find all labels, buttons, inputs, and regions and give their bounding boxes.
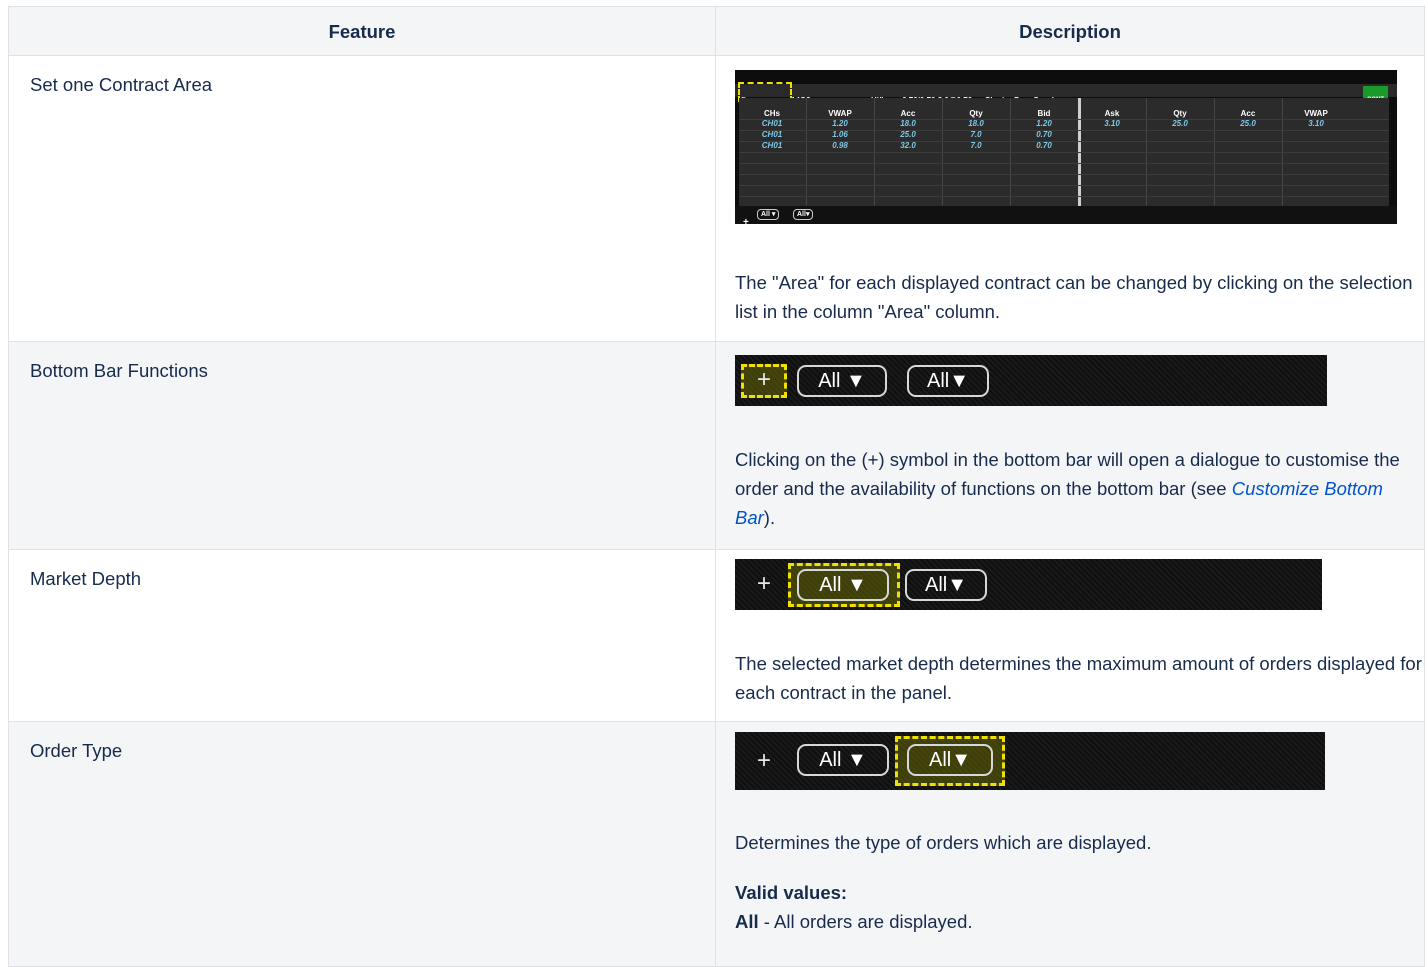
value-name: All — [735, 911, 759, 932]
value-text: - All orders are displayed. — [758, 911, 973, 932]
grid-row-line — [739, 141, 1389, 142]
order-book-cell: CH01 — [761, 141, 783, 150]
feature-cell: Order Type — [8, 721, 716, 967]
feature-cell: Set one Contract Area — [8, 55, 716, 342]
description-text-after: ). — [763, 507, 776, 528]
order-book-screenshot: ▸ Order Book Details Demo ▾ 14Q3 Hi/Low:… — [735, 70, 1397, 228]
table-row: Set one Contract Area ▸ Order Book Detai… — [8, 55, 1425, 342]
order-book-grid: CHs VWAP Acc Qty Bid Ask Qty Acc VWAP CH01 1.20 18.… — [739, 98, 1389, 208]
order-book-cell: 0.70 — [1036, 141, 1052, 150]
header-feature: Feature — [8, 6, 716, 56]
grid-row-line — [739, 152, 1389, 153]
description-text: Determines the type of orders which are … — [735, 832, 1152, 853]
feature-cell: Market Depth — [8, 549, 716, 722]
header-description: Description — [715, 6, 1425, 56]
feature-cell: Bottom Bar Functions — [8, 341, 716, 550]
order-book-info-bar: Demo ▾ 14Q3 Hi/Low: 0.70/0.70 8.0@0.70 →… — [735, 84, 1397, 115]
order-book-cell: 3.10 — [1104, 119, 1120, 128]
grid-row-line — [739, 196, 1389, 197]
market-depth-screenshot: + All ▼ All▼ — [735, 559, 1322, 610]
grid-row-line — [739, 174, 1389, 175]
order-type-select: All▼ — [905, 569, 987, 601]
valid-values-label: Valid values: — [735, 882, 848, 903]
order-type-select: All▼ — [907, 365, 989, 397]
description-text: The "Area" for each displayed contract c… — [735, 272, 1413, 322]
description-cell: ▸ Order Book Details Demo ▾ 14Q3 Hi/Low:… — [715, 55, 1425, 342]
table-row: Market Depth + All ▼ All▼ The selected m… — [8, 549, 1425, 722]
description-cell: + All ▼ All▼ The selected market depth d… — [715, 549, 1425, 722]
order-type-select: All▼ — [907, 744, 993, 776]
market-depth-select: All ▼ — [797, 744, 889, 776]
order-book-footer: + All ▾ All▾ — [735, 206, 1397, 228]
plus-icon: + — [757, 570, 772, 597]
table-header-row: Feature Description — [8, 6, 1425, 56]
plus-icon: + — [757, 366, 772, 393]
grid-row-line — [739, 130, 1389, 131]
grid-row-line — [739, 163, 1389, 164]
feature-table: Feature Description Set one Contract Are… — [8, 6, 1425, 967]
description-cell: + All ▼ All▼ Clicking on the (+) symbol … — [715, 341, 1425, 550]
description-text: Clicking on the (+) symbol in the bottom… — [735, 445, 1424, 532]
valid-value-all: All - All orders are displayed. — [735, 907, 1424, 936]
bottom-bar-screenshot: + All ▼ All▼ — [735, 355, 1327, 406]
order-type-screenshot: + All ▼ All▼ — [735, 732, 1325, 790]
grid-row-line — [739, 119, 1389, 120]
footer-depth-select: All ▾ — [757, 209, 780, 220]
order-book-cell: 25.0 — [1240, 119, 1256, 128]
order-book-cell: 0.98 — [832, 141, 848, 150]
market-depth-select: All ▼ — [797, 365, 887, 397]
order-book-cell: 32.0 — [900, 141, 916, 150]
description-cell: + All ▼ All▼ Determines the type of orde… — [715, 721, 1425, 967]
order-book-cell: 25.0 — [1172, 119, 1188, 128]
table-row: Bottom Bar Functions + All ▼ All▼ Clicki… — [8, 341, 1425, 550]
table-row: Order Type + All ▼ All▼ Determines the t… — [8, 721, 1425, 967]
plus-icon: + — [757, 747, 772, 774]
order-book-cell: 3.10 — [1308, 119, 1324, 128]
footer-plus-icon: + — [743, 217, 749, 228]
footer-type-select: All▾ — [793, 209, 814, 220]
grid-row-line — [739, 185, 1389, 186]
description-text: The selected market depth determines the… — [735, 653, 1422, 703]
market-depth-select: All ▼ — [797, 569, 889, 601]
order-book-cell: 7.0 — [970, 141, 982, 150]
